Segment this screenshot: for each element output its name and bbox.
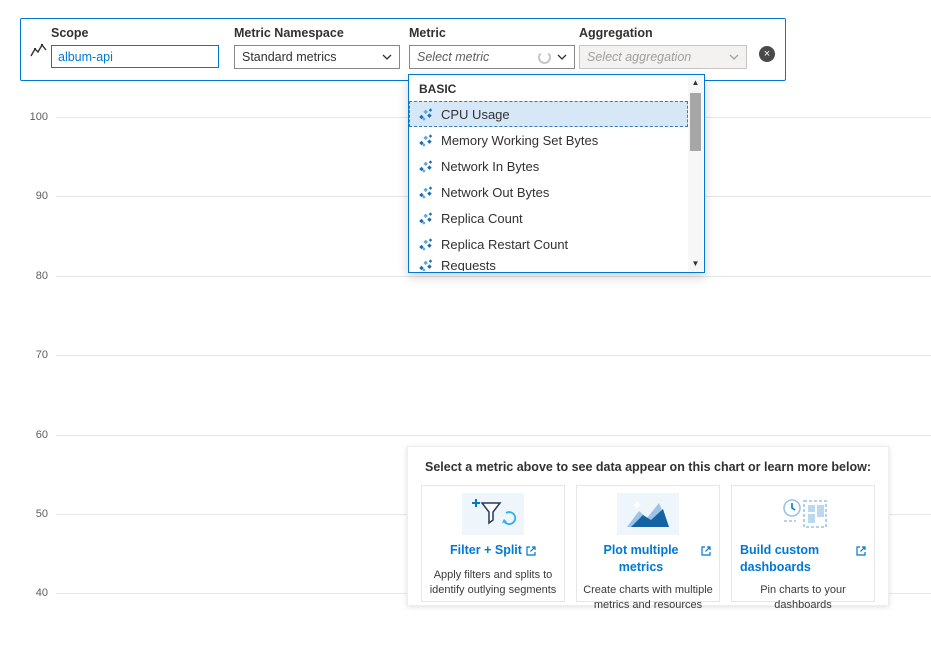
metric-option-label: Requests	[441, 258, 496, 272]
external-link-icon	[856, 544, 866, 561]
loading-spinner	[538, 51, 551, 64]
dropdown-group-header: BASIC	[409, 75, 704, 101]
scroll-up-icon[interactable]: ▲	[688, 76, 703, 90]
aggregation-select: Select aggregation	[579, 45, 747, 69]
y-tick: 100	[14, 111, 48, 123]
scope-field: Scope	[51, 26, 219, 68]
metric-option-network-out-bytes[interactable]: Network Out Bytes	[409, 179, 688, 205]
aggregation-label: Aggregation	[579, 26, 747, 40]
y-tick: 90	[14, 190, 48, 202]
metric-picker-toolbar: Scope Metric Namespace Standard metrics …	[20, 18, 786, 81]
metric-icon	[418, 159, 433, 174]
helper-cards: Filter + Split Apply filters and splits …	[408, 474, 888, 602]
y-tick: 70	[14, 349, 48, 361]
namespace-field: Metric Namespace Standard metrics	[234, 26, 400, 69]
y-tick: 80	[14, 270, 48, 282]
metric-select[interactable]: Select metric	[409, 45, 575, 69]
empty-state-panel: Select a metric above to see data appear…	[407, 446, 889, 606]
metric-icon	[418, 211, 433, 226]
dropdown-scrollbar[interactable]: ▲ ▼	[688, 76, 703, 271]
metric-icon	[418, 185, 433, 200]
metric-icon	[418, 107, 433, 122]
plot-multiple-metrics-link[interactable]: Plot multiple metrics	[577, 542, 719, 576]
external-link-icon	[526, 544, 536, 561]
plot-multiple-metrics-description: Create charts with multiple metrics and …	[577, 583, 719, 614]
metric-option-label: Network Out Bytes	[441, 185, 549, 200]
remove-metric-button[interactable]: ×	[759, 46, 775, 62]
scrollbar-thumb[interactable]	[690, 93, 701, 151]
filter-split-icon	[460, 493, 526, 535]
metric-option-requests[interactable]: Requests	[409, 257, 688, 272]
scope-label: Scope	[51, 26, 219, 40]
metric-option-replica-count[interactable]: Replica Count	[409, 205, 688, 231]
external-link-icon	[701, 544, 711, 561]
filter-split-card: Filter + Split Apply filters and splits …	[421, 485, 565, 602]
chevron-down-icon	[557, 54, 567, 60]
metric-option-label: Network In Bytes	[441, 159, 539, 174]
plot-multiple-metrics-link-text: Plot multiple metrics	[585, 542, 697, 576]
build-dashboards-description: Pin charts to your dashboards	[732, 583, 874, 614]
metric-option-memory-working-set-bytes[interactable]: Memory Working Set Bytes	[409, 127, 688, 153]
aggregation-placeholder: Select aggregation	[587, 50, 723, 64]
metric-dropdown: BASIC CPU Usage Memory Working Set Bytes…	[408, 74, 705, 273]
build-dashboards-link[interactable]: Build custom dashboards	[732, 542, 874, 576]
metrics-explorer: 100 90 80 70 60 50 40 Scope Metric Names…	[0, 0, 931, 646]
y-tick: 60	[14, 429, 48, 441]
metric-option-replica-restart-count[interactable]: Replica Restart Count	[409, 231, 688, 257]
metric-icon	[418, 133, 433, 148]
filter-split-description: Apply filters and splits to identify out…	[422, 568, 564, 599]
gridline	[56, 276, 931, 277]
y-tick: 40	[14, 587, 48, 599]
scroll-down-icon[interactable]: ▼	[688, 257, 703, 271]
metric-placeholder: Select metric	[417, 50, 534, 64]
metric-option-label: Memory Working Set Bytes	[441, 133, 598, 148]
metric-field: Metric Select metric	[409, 26, 575, 69]
empty-state-title: Select a metric above to see data appear…	[408, 447, 888, 474]
namespace-label: Metric Namespace	[234, 26, 400, 40]
chevron-down-icon	[382, 54, 392, 60]
filter-split-link-text: Filter + Split	[450, 542, 522, 559]
build-dashboards-link-text: Build custom dashboards	[740, 542, 844, 576]
metric-option-label: Replica Count	[441, 211, 523, 226]
namespace-value: Standard metrics	[242, 50, 376, 64]
plot-multiple-metrics-card: Plot multiple metrics Create charts with…	[576, 485, 720, 602]
metric-icon	[418, 237, 433, 252]
metric-option-label: CPU Usage	[441, 107, 510, 122]
namespace-select[interactable]: Standard metrics	[234, 45, 400, 69]
dropdown-items: CPU Usage Memory Working Set Bytes Netwo…	[409, 101, 688, 272]
metric-option-label: Replica Restart Count	[441, 237, 568, 252]
y-tick: 50	[14, 508, 48, 520]
gridline	[56, 355, 931, 356]
area-chart-icon	[615, 493, 681, 535]
gridline	[56, 435, 931, 436]
metric-icon	[418, 258, 433, 272]
metric-label: Metric	[409, 26, 575, 40]
aggregation-field: Aggregation Select aggregation	[579, 26, 747, 69]
chevron-down-icon	[729, 54, 739, 60]
filter-split-link[interactable]: Filter + Split	[442, 542, 544, 561]
scope-input[interactable]	[51, 45, 219, 68]
metric-option-network-in-bytes[interactable]: Network In Bytes	[409, 153, 688, 179]
metric-option-cpu-usage[interactable]: CPU Usage	[409, 101, 688, 127]
metrics-line-icon	[30, 43, 47, 63]
build-dashboards-card: Build custom dashboards Pin charts to yo…	[731, 485, 875, 602]
dashboard-icon	[770, 493, 836, 535]
